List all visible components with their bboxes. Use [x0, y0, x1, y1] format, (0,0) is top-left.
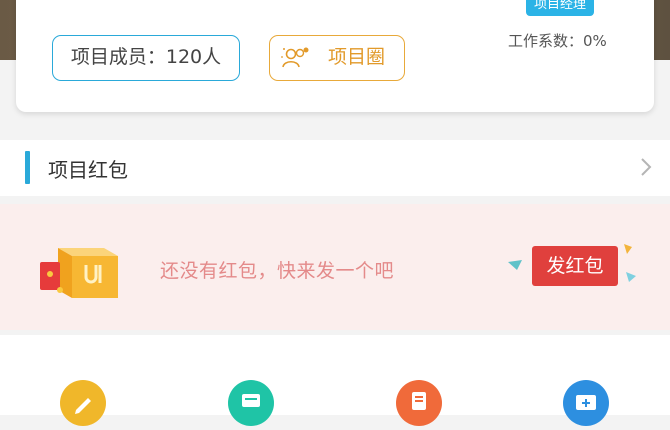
folder-add-icon[interactable]	[563, 380, 609, 426]
edit-icon[interactable]	[60, 380, 106, 426]
confetti-right-icon	[626, 272, 636, 282]
project-members-button[interactable]: 项目成员：120人	[52, 35, 240, 81]
empty-red-packet-text: 还没有红包，快来发一个吧	[160, 260, 395, 282]
project-circle-label: 项目圈	[328, 46, 386, 68]
section-accent-bar	[25, 151, 30, 184]
message-icon[interactable]	[228, 380, 274, 426]
people-circle-icon	[281, 47, 309, 68]
send-red-packet-button[interactable]: 发红包	[532, 246, 618, 286]
project-info-card: 项目经理 工作系数：0% 项目成员：120人 项目圈	[16, 0, 654, 112]
gift-box-icon	[40, 248, 118, 298]
chevron-right-icon	[641, 158, 652, 176]
red-packet-banner: 还没有红包，快来发一个吧 发红包	[0, 204, 670, 330]
role-badge: 项目经理	[526, 0, 595, 16]
confetti-left-icon	[508, 260, 522, 270]
function-grid	[0, 335, 670, 426]
project-circle-button[interactable]: 项目圈	[269, 35, 405, 81]
section-title: 项目红包	[48, 158, 128, 182]
work-coefficient: 工作系数：0%	[508, 32, 607, 50]
document-icon[interactable]	[396, 380, 442, 426]
red-packet-section-row[interactable]: 项目红包	[0, 140, 670, 196]
confetti-top-icon	[624, 244, 632, 254]
